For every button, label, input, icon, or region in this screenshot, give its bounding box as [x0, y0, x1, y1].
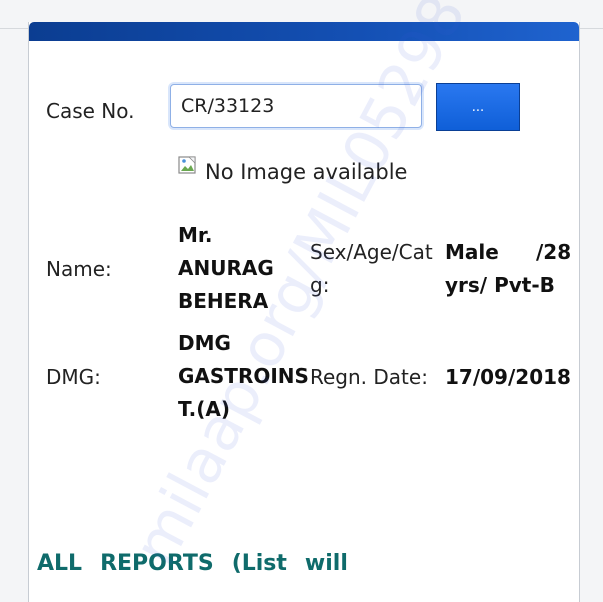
footer-link-word[interactable]: REPORTS — [100, 551, 214, 576]
case-no-label: Case No. — [46, 99, 135, 123]
dmg-label: DMG: — [46, 365, 101, 389]
footer-link-word[interactable]: (List — [232, 551, 287, 576]
dmg-value-line3: T.(A) — [178, 397, 230, 421]
sex-value: Male — [445, 240, 499, 264]
footer-link-word[interactable]: ALL — [37, 551, 82, 576]
page: Case No. ... No Image available Name: Mr… — [0, 0, 603, 602]
name-value-line1: Mr. — [178, 223, 213, 247]
name-label: Name: — [46, 257, 112, 281]
footer-link-word[interactable]: will — [305, 551, 348, 576]
panel-header-bar — [29, 22, 579, 41]
case-lookup-button[interactable]: ... — [436, 83, 520, 131]
name-value-line2: ANURAG — [178, 256, 274, 280]
case-no-input[interactable] — [170, 84, 422, 128]
dmg-value-line2: GASTROINS — [178, 364, 309, 388]
broken-image-icon — [178, 156, 202, 180]
case-details-panel: Case No. ... No Image available Name: Mr… — [28, 22, 580, 602]
dmg-value-line1: DMG — [178, 331, 231, 355]
reports-link[interactable]: ALL REPORTS (List will — [37, 547, 366, 581]
age-value: /28 — [536, 240, 572, 264]
sex-age-cat-label-line2: g: — [310, 273, 330, 297]
age-category-value: yrs/ Pvt-B — [445, 273, 555, 297]
regn-date-value: 17/09/2018 — [445, 365, 571, 389]
regn-date-label: Regn. Date: — [310, 365, 428, 389]
sex-age-cat-label-line1: Sex/Age/Cat — [310, 240, 433, 264]
name-value-line3: BEHERA — [178, 289, 269, 313]
no-image-text: No Image available — [205, 160, 408, 184]
